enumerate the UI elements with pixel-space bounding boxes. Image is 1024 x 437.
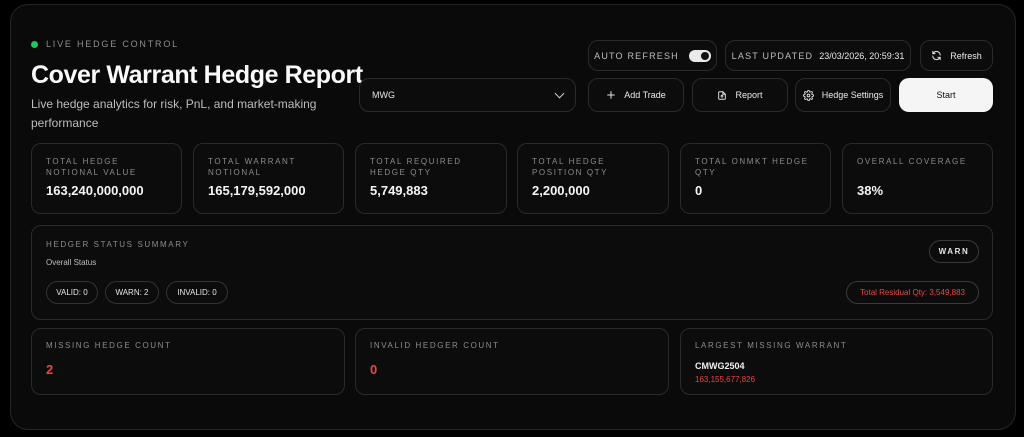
symbol-select[interactable]: MWG	[359, 78, 576, 112]
gear-icon	[802, 89, 814, 101]
kpi-label: TOTAL REQUIRED HEDGE QTY	[370, 157, 462, 177]
kpi-label: TOTAL HEDGE POSITION QTY	[532, 157, 609, 177]
kpi-value: 165,179,592,000	[208, 183, 306, 198]
overall-status-label: Overall Status	[46, 258, 97, 267]
live-status-dot	[31, 40, 38, 48]
live-indicator: LIVE HEDGE CONTROL	[31, 39, 179, 49]
live-label: LIVE HEDGE CONTROL	[46, 39, 179, 49]
largest-missing-warrant-card: LARGEST MISSING WARRANT CMWG2504 163,155…	[680, 328, 993, 395]
page-subtitle: Live hedge analytics for risk, PnL, and …	[31, 97, 317, 130]
kpi-overall-coverage: OVERALL COVERAGE 38%	[842, 143, 993, 214]
missing-hedge-count-label: MISSING HEDGE COUNT	[46, 341, 172, 350]
invalid-hedger-count-value: 0	[370, 362, 378, 377]
kpi-total-hedge-position-qty: TOTAL HEDGE POSITION QTY 2,200,000	[517, 143, 669, 214]
report-button[interactable]: Report	[692, 78, 788, 112]
invalid-hedger-count-card: INVALID HEDGER COUNT 0	[355, 328, 669, 395]
auto-refresh-toggle[interactable]	[688, 49, 711, 62]
total-residual-qty-badge: Total Residual Qty: 3,549,883	[846, 281, 979, 304]
report-label: Report	[735, 90, 763, 100]
last-updated: LAST UPDATED 23/03/2026, 20:59:31	[725, 40, 911, 71]
warn-count-badge: WARN: 2	[105, 281, 159, 304]
plus-icon	[606, 90, 616, 100]
largest-missing-warrant-value: 163,155,677,826	[695, 375, 756, 384]
kpi-value: 38%	[857, 183, 884, 198]
hedge-settings-button[interactable]: Hedge Settings	[795, 78, 891, 112]
last-updated-label: LAST UPDATED	[731, 50, 814, 61]
kpi-label: TOTAL WARRANT NOTIONAL	[208, 157, 296, 177]
valid-count-badge: VALID: 0	[46, 281, 98, 304]
kpi-value: 0	[695, 183, 703, 198]
last-updated-value: 23/03/2026, 20:59:31	[819, 50, 905, 61]
add-trade-button[interactable]: Add Trade	[588, 78, 684, 112]
kpi-total-required-hedge-qty: TOTAL REQUIRED HEDGE QTY 5,749,883	[355, 143, 507, 214]
kpi-value: 5,749,883	[370, 183, 428, 198]
refresh-label: Refresh	[950, 50, 982, 61]
kpi-total-warrant-notional: TOTAL WARRANT NOTIONAL 165,179,592,000	[193, 143, 344, 214]
largest-missing-warrant-label: LARGEST MISSING WARRANT	[695, 341, 848, 350]
chevron-down-icon	[554, 88, 565, 98]
hedger-status-summary: HEDGER STATUS SUMMARY Overall Status VAL…	[31, 225, 993, 320]
kpi-value: 2,200,000	[532, 183, 590, 198]
status-badge: WARN	[929, 240, 979, 263]
kpi-total-onmkt-hedge-qty: TOTAL ONMKT HEDGE QTY 0	[680, 143, 831, 214]
start-button[interactable]: Start	[899, 78, 993, 112]
invalid-hedger-count-label: INVALID HEDGER COUNT	[370, 341, 500, 350]
kpi-value: 163,240,000,000	[46, 183, 144, 198]
add-trade-label: Add Trade	[624, 90, 666, 100]
dashboard-panel: LIVE HEDGE CONTROL Cover Warrant Hedge R…	[10, 4, 1016, 430]
auto-refresh-label: AUTO REFRESH	[594, 50, 679, 61]
invalid-count-badge: INVALID: 0	[166, 281, 228, 304]
missing-hedge-count-value: 2	[46, 362, 54, 377]
refresh-icon	[931, 50, 942, 61]
hedge-settings-label: Hedge Settings	[821, 90, 884, 100]
report-icon	[717, 90, 727, 101]
status-summary-label: HEDGER STATUS SUMMARY	[46, 240, 190, 249]
kpi-label: TOTAL ONMKT HEDGE QTY	[695, 157, 809, 177]
missing-hedge-count-card: MISSING HEDGE COUNT 2	[31, 328, 345, 395]
kpi-total-hedge-notional: TOTAL HEDGE NOTIONAL VALUE 163,240,000,0…	[31, 143, 182, 214]
page-title: Cover Warrant Hedge Report	[31, 61, 363, 89]
kpi-label: TOTAL HEDGE NOTIONAL VALUE	[46, 157, 137, 177]
symbol-select-value: MWG	[372, 90, 395, 100]
largest-missing-warrant-name: CMWG2504	[695, 361, 745, 371]
refresh-button[interactable]: Refresh	[920, 40, 993, 71]
auto-refresh-control: AUTO REFRESH	[588, 40, 717, 71]
kpi-label: OVERALL COVERAGE	[857, 157, 967, 166]
